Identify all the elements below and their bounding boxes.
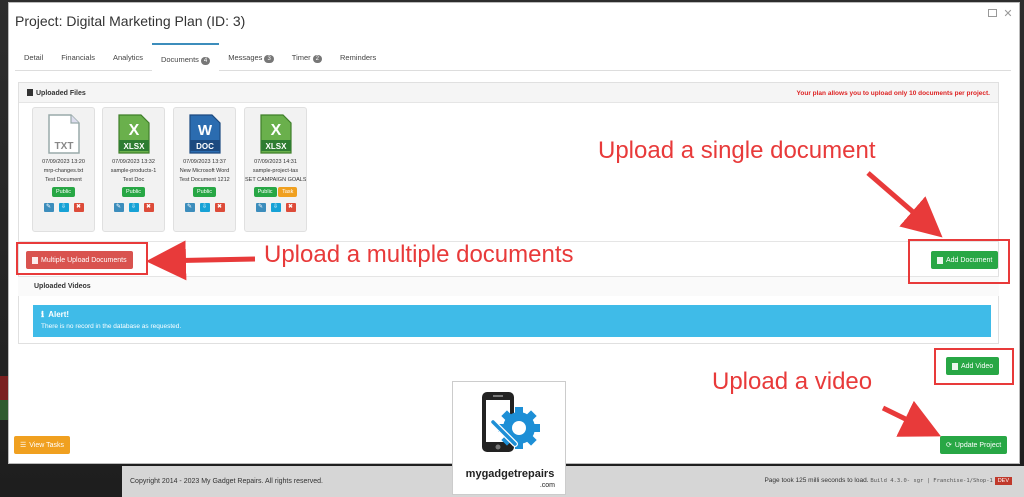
logo-domain: .com <box>539 482 555 489</box>
logo-wordmark: mygadgetrepairs <box>465 468 555 480</box>
annotation-multiple-upload: Upload a multiple documents <box>264 241 574 268</box>
phone-gear-icon <box>482 392 540 452</box>
annotation-video-upload: Upload a video <box>712 368 873 395</box>
arrow-to-multiple-upload <box>146 240 256 281</box>
brand-logo: mygadgetrepairs .com <box>452 381 566 495</box>
arrow-to-update-project <box>881 400 941 437</box>
arrow-to-add-document <box>866 171 943 238</box>
annotation-single-upload: Upload a single document <box>598 137 876 164</box>
